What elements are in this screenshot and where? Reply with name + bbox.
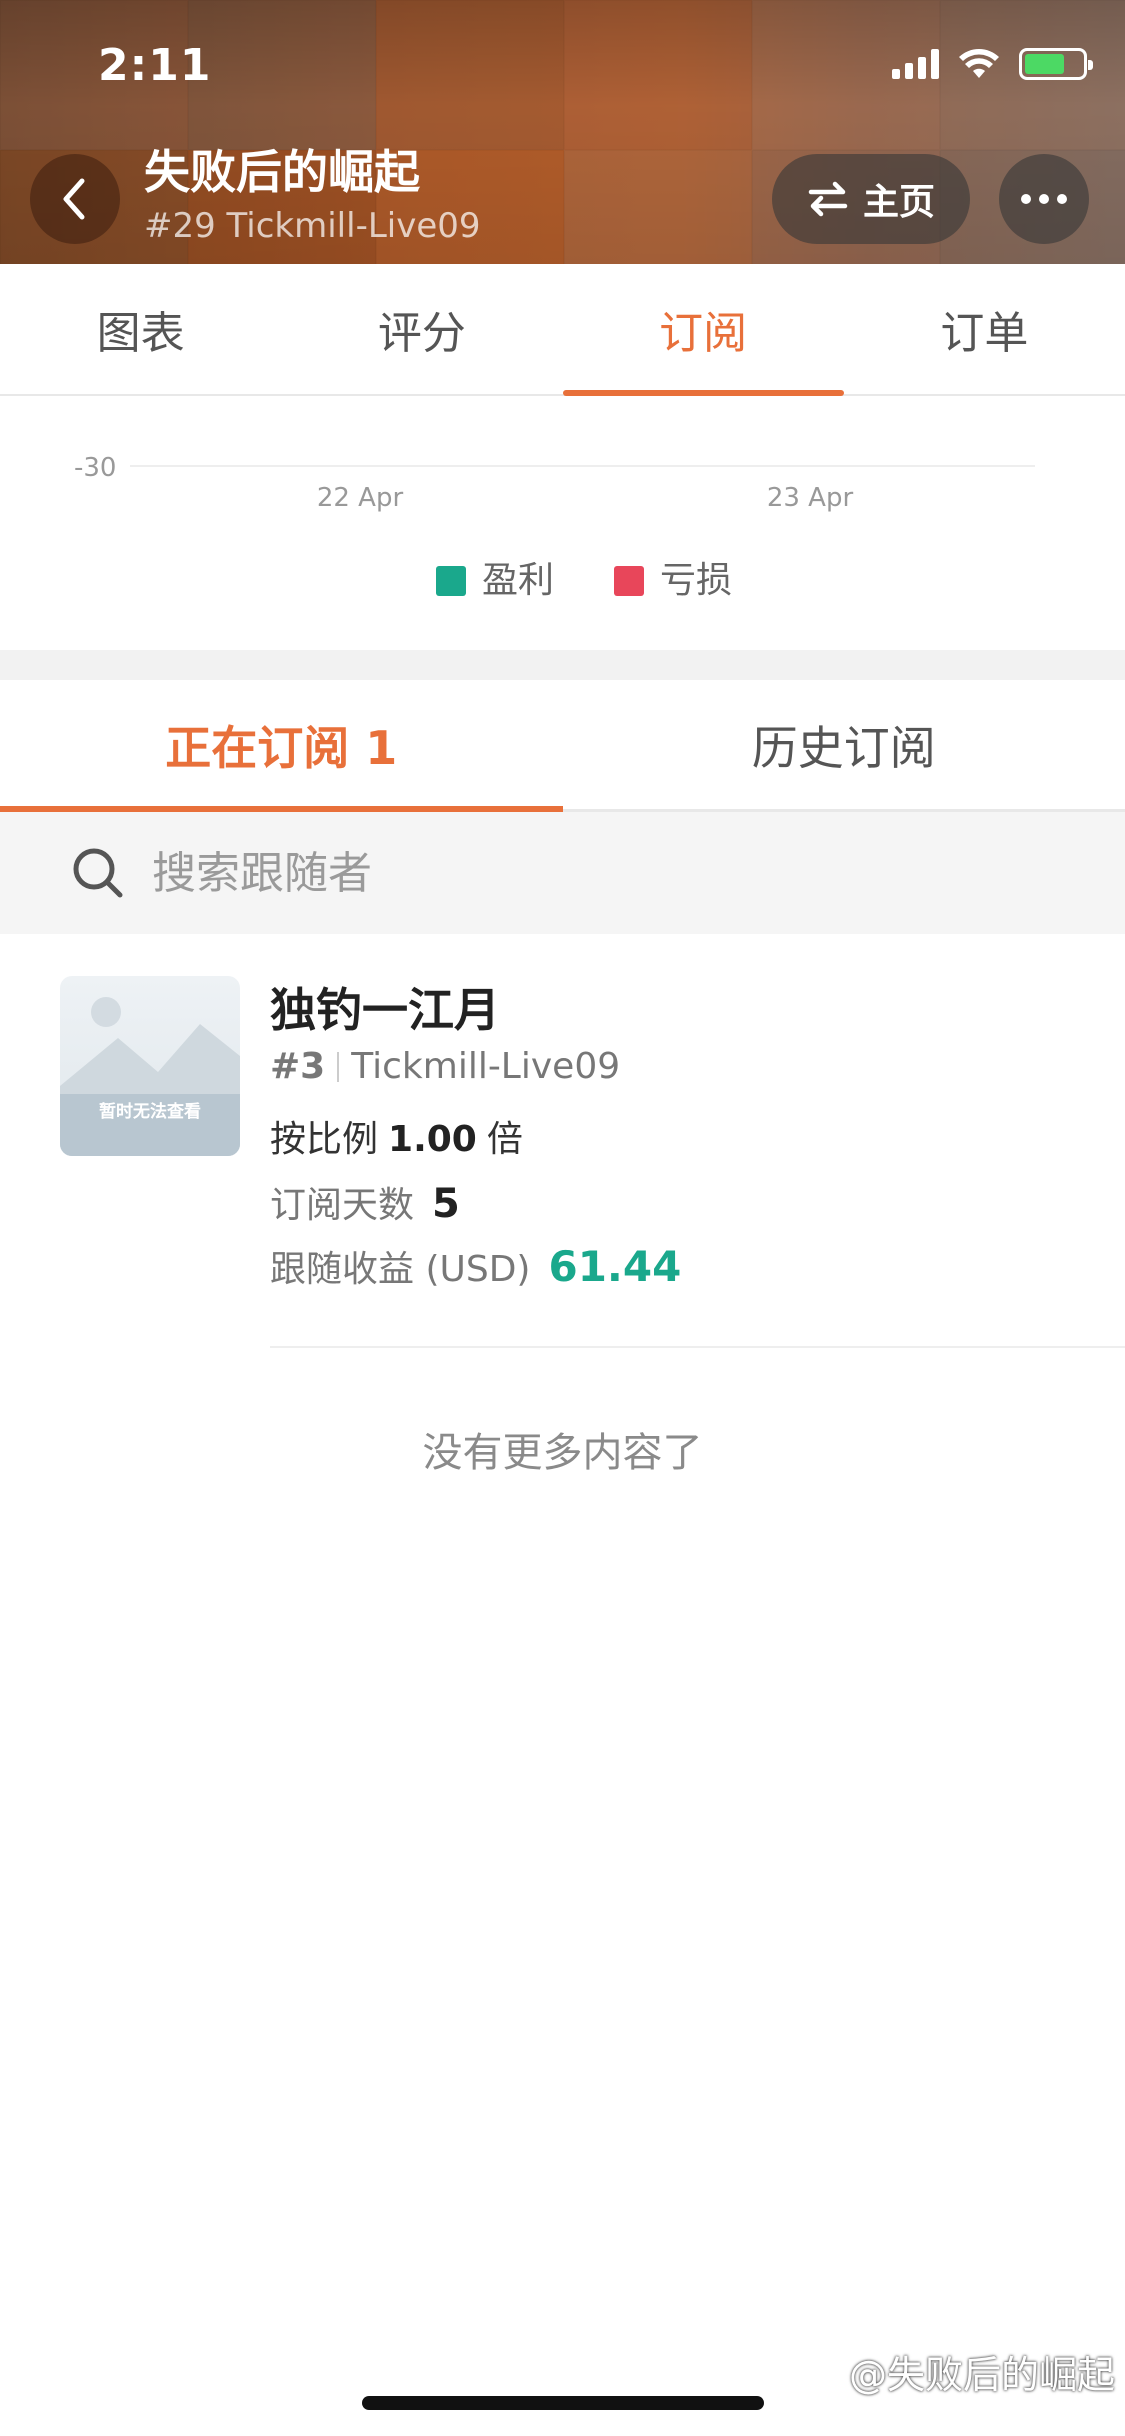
more-button[interactable] xyxy=(999,154,1089,244)
status-time: 2:11 xyxy=(98,40,212,91)
home-button[interactable]: 主页 xyxy=(772,154,970,244)
profit-label: 跟随收益 (USD) xyxy=(270,1249,531,1290)
battery-icon xyxy=(1019,48,1093,80)
legend-label-loss: 亏损 xyxy=(660,560,732,601)
ratio-value: 1.00 xyxy=(388,1119,477,1160)
profit-loss-chart: -30 22 Apr 23 Apr 盈利 亏损 xyxy=(0,398,1125,650)
profit-value: 61.44 xyxy=(548,1242,682,1291)
image-placeholder-icon xyxy=(60,997,240,1156)
follower-server: Tickmill-Live09 xyxy=(351,1046,621,1087)
legend-swatch-profit xyxy=(436,566,466,596)
tab-rating[interactable]: 评分 xyxy=(281,264,562,394)
subscription-tabs: 正在订阅 1 历史订阅 xyxy=(0,680,1125,812)
days-label: 订阅天数 xyxy=(270,1185,415,1226)
section-tabs: 图表 评分 订阅 订单 xyxy=(0,264,1125,396)
watermark-text: @失败后的崛起 xyxy=(848,2353,1115,2397)
follower-rank-line: #3 Tickmill-Live09 xyxy=(270,1046,620,1087)
search-input[interactable] xyxy=(152,847,1052,899)
y-tick-label: -30 xyxy=(74,453,116,483)
divider xyxy=(337,1051,340,1082)
profile-header: 2:11 失败后的崛起 #29 Tickmill-Live09 主页 xyxy=(0,0,1125,264)
more-dots-icon xyxy=(1021,194,1067,204)
search-bar xyxy=(0,812,1125,934)
end-of-list-text: 没有更多内容了 xyxy=(422,1430,703,1476)
swap-icon xyxy=(808,181,848,217)
avatar-unavailable-caption: 暂时无法查看 xyxy=(99,1102,201,1122)
tab-current-subscriptions[interactable]: 正在订阅 1 xyxy=(0,680,563,812)
back-button[interactable] xyxy=(30,154,120,244)
tab-subscribe[interactable]: 订阅 xyxy=(562,264,845,396)
weibo-logo-icon xyxy=(809,2360,838,2387)
follow-profit-line: 跟随收益 (USD) 61.44 xyxy=(270,1240,681,1292)
tab-orders[interactable]: 订单 xyxy=(844,264,1125,394)
watermark: @失败后的崛起 xyxy=(805,2344,1115,2399)
cellular-signal-icon xyxy=(892,49,939,79)
x-tick-label: 22 Apr xyxy=(317,483,404,513)
follower-name: 独钓一江月 xyxy=(270,983,500,1037)
ratio-unit: 倍 xyxy=(486,1119,523,1160)
x-tick-label: 23 Apr xyxy=(767,483,854,513)
follower-list-item[interactable]: 暂时无法查看 独钓一江月 #3 Tickmill-Live09 按比例 1.00… xyxy=(0,934,1125,1348)
page-subtitle: #29 Tickmill-Live09 xyxy=(144,206,481,246)
home-indicator[interactable] xyxy=(362,2396,764,2410)
chart-svg: -30 22 Apr 23 Apr 盈利 亏损 xyxy=(74,453,1035,601)
copy-ratio-line: 按比例 1.00 倍 xyxy=(270,1110,523,1162)
days-value: 5 xyxy=(432,1181,460,1227)
home-button-label: 主页 xyxy=(862,182,935,223)
ratio-label: 按比例 xyxy=(270,1119,379,1160)
subscription-days-line: 订阅天数 5 xyxy=(270,1176,460,1228)
item-divider xyxy=(270,1346,1125,1348)
legend-swatch-loss xyxy=(614,566,644,596)
page-title: 失败后的崛起 xyxy=(144,145,420,199)
legend-label-profit: 盈利 xyxy=(482,560,554,601)
section-separator xyxy=(0,650,1125,680)
chevron-left-icon xyxy=(63,178,85,220)
status-icons xyxy=(892,48,1093,80)
follower-rank: #3 xyxy=(270,1046,326,1087)
tab-chart[interactable]: 图表 xyxy=(0,264,281,394)
follower-avatar: 暂时无法查看 xyxy=(60,976,240,1156)
wifi-icon xyxy=(959,49,999,78)
search-icon xyxy=(73,848,123,898)
tab-history-subscriptions[interactable]: 历史订阅 xyxy=(563,680,1125,809)
